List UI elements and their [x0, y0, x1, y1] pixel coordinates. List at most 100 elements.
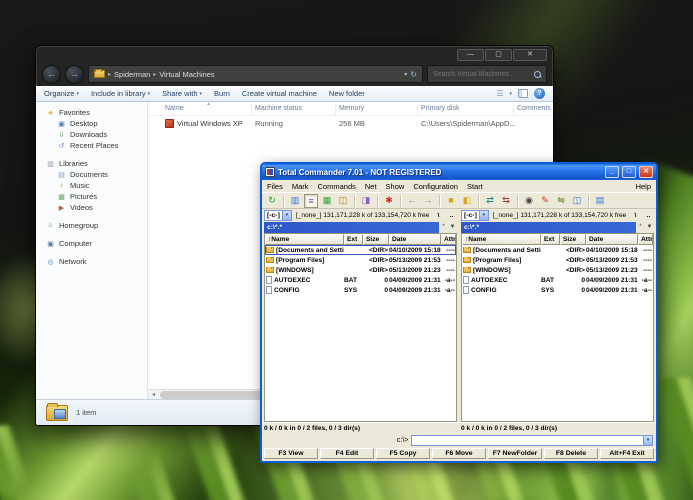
- f3-view-button[interactable]: F3 View: [264, 448, 318, 459]
- maximize-button[interactable]: ▢: [485, 49, 512, 61]
- sidebar-item-downloads[interactable]: ⇩ Downloads: [36, 129, 147, 140]
- combo-arrow-icon[interactable]: ▾: [480, 210, 489, 221]
- column-header-primary-disk[interactable]: Primary disk: [418, 103, 514, 115]
- back-button[interactable]: ←: [42, 65, 61, 84]
- sidebar-section-network[interactable]: ◎ Network: [36, 256, 147, 267]
- brief-view-icon[interactable]: ▥: [288, 194, 302, 208]
- burn-button[interactable]: Burn: [214, 89, 230, 98]
- current-path[interactable]: c:\*.*: [461, 222, 636, 233]
- sidebar-item-documents[interactable]: ▤ Documents: [36, 169, 147, 180]
- notepad-icon[interactable]: ▤: [593, 194, 607, 208]
- sync-dirs-icon[interactable]: ⇋: [554, 194, 568, 208]
- breadcrumb[interactable]: ▸ Spiderman ▸ Virtual Machines ▾ ↻: [88, 65, 423, 83]
- menu-commands[interactable]: Commands: [318, 182, 356, 191]
- minimize-button[interactable]: _: [605, 166, 619, 178]
- column-header-name[interactable]: ↑Name: [265, 234, 344, 245]
- search-input[interactable]: [433, 71, 534, 78]
- refresh-icon[interactable]: ↻: [410, 70, 417, 79]
- sidebar-section-computer[interactable]: ▣ Computer: [36, 238, 147, 249]
- ftp-disconnect-icon[interactable]: ⇆: [499, 194, 513, 208]
- column-header-machine-status[interactable]: Machine status: [252, 103, 336, 115]
- full-view-icon[interactable]: ≡: [304, 194, 318, 208]
- ftp-connect-icon[interactable]: ⇄: [483, 194, 497, 208]
- parent-dir-button[interactable]: ..: [643, 210, 654, 221]
- menu-start[interactable]: Start: [467, 182, 483, 191]
- file-row[interactable]: CONFIG SYS 0 04/09/2009 21:31 -a--: [265, 285, 456, 295]
- help-icon[interactable]: ?: [534, 88, 545, 99]
- breadcrumb-item-spiderman[interactable]: Spiderman: [114, 70, 150, 79]
- file-row[interactable]: [WINDOWS] <DIR> 05/13/2009 21:23 ----: [265, 265, 456, 275]
- menu-net[interactable]: Net: [365, 182, 377, 191]
- share-with-button[interactable]: Share with ▾: [162, 89, 202, 98]
- dir-favorites-icon[interactable]: *: [439, 222, 448, 233]
- f6-move-button[interactable]: F6 Move: [432, 448, 486, 459]
- search-icon[interactable]: [534, 71, 541, 78]
- column-header-date[interactable]: Date: [586, 234, 638, 245]
- column-header-ext[interactable]: Ext: [541, 234, 560, 245]
- dir-history-icon[interactable]: ▼: [645, 222, 654, 233]
- split-file-icon[interactable]: ◨: [359, 194, 373, 208]
- drive-combo[interactable]: [-c-] ▾: [461, 210, 489, 221]
- search-box[interactable]: [427, 65, 547, 83]
- column-header-date[interactable]: Date: [389, 234, 441, 245]
- menu-configuration[interactable]: Configuration: [413, 182, 458, 191]
- forward-icon[interactable]: →: [421, 194, 435, 208]
- file-row[interactable]: AUTOEXEC BAT 0 04/09/2009 21:31 -a--: [265, 275, 456, 285]
- menu-files[interactable]: Files: [267, 182, 283, 191]
- alt-f4-exit-button[interactable]: Alt+F4 Exit: [600, 448, 654, 459]
- unpack-icon[interactable]: ◧: [460, 194, 474, 208]
- sidebar-item-videos[interactable]: ▶ Videos: [36, 202, 147, 213]
- new-folder-button[interactable]: New folder: [329, 89, 365, 98]
- pack-icon[interactable]: ■: [444, 194, 458, 208]
- change-view-icon[interactable]: ☰: [496, 89, 503, 98]
- sidebar-item-pictures[interactable]: ▦ Pictures: [36, 191, 147, 202]
- sidebar-section-favorites[interactable]: ★ Favorites: [36, 107, 147, 118]
- command-line-input[interactable]: ▾: [411, 435, 653, 446]
- f5-copy-button[interactable]: F5 Copy: [376, 448, 430, 459]
- scroll-left-icon[interactable]: ◂: [148, 390, 159, 400]
- include-in-library-button[interactable]: Include in library ▾: [91, 89, 150, 98]
- close-button[interactable]: ✕: [513, 49, 547, 61]
- explorer-titlebar[interactable]: — ▢ ✕: [36, 46, 553, 62]
- f7-newfolder-button[interactable]: F7 NewFolder: [488, 448, 542, 459]
- forward-button[interactable]: →: [65, 65, 84, 84]
- combo-arrow-icon[interactable]: ▾: [283, 210, 292, 221]
- file-row[interactable]: CONFIG SYS 0 04/09/2009 21:31 -a--: [462, 285, 653, 295]
- column-header-ext[interactable]: Ext: [344, 234, 363, 245]
- column-header-attr[interactable]: Attr: [638, 234, 653, 245]
- current-path[interactable]: c:\*.*: [264, 222, 439, 233]
- column-header-name[interactable]: ↑Name: [462, 234, 541, 245]
- root-dir-button[interactable]: \: [433, 210, 444, 221]
- f4-edit-button[interactable]: F4 Edit: [320, 448, 374, 459]
- maximize-button[interactable]: □: [622, 166, 636, 178]
- minimize-button[interactable]: —: [457, 49, 484, 61]
- file-row[interactable]: AUTOEXEC BAT 0 04/09/2009 21:31 -a--: [462, 275, 653, 285]
- column-header-memory[interactable]: Memory: [336, 103, 418, 115]
- file-row[interactable]: [Program Files] <DIR> 05/13/2009 21:53 -…: [462, 255, 653, 265]
- column-header-comments[interactable]: Comments: [514, 103, 553, 115]
- sidebar-item-recent-places[interactable]: ↺ Recent Places: [36, 140, 147, 151]
- file-row[interactable]: [Program Files] <DIR> 05/13/2009 21:53 -…: [265, 255, 456, 265]
- menu-help[interactable]: Help: [636, 182, 651, 191]
- caret-down-icon[interactable]: ▾: [509, 91, 512, 97]
- file-row[interactable]: [Documents and Settings] <DIR> 04/10/200…: [462, 245, 653, 255]
- sidebar-item-music[interactable]: ♪ Music: [36, 180, 147, 191]
- breadcrumb-item-virtual-machines[interactable]: Virtual Machines: [159, 70, 214, 79]
- multi-rename-icon[interactable]: ✎: [538, 194, 552, 208]
- menu-show[interactable]: Show: [386, 182, 405, 191]
- tc-titlebar[interactable]: Total Commander 7.01 - NOT REGISTERED _ …: [262, 164, 656, 180]
- sidebar-section-homegroup[interactable]: ⌂ Homegroup: [36, 220, 147, 231]
- refresh-icon[interactable]: ↻: [265, 194, 279, 208]
- drive-combo[interactable]: [-c-] ▾: [264, 210, 292, 221]
- search-icon[interactable]: ◉: [522, 194, 536, 208]
- f8-delete-button[interactable]: F8 Delete: [544, 448, 598, 459]
- organize-button[interactable]: Organize ▾: [44, 89, 79, 98]
- thumbnails-view-icon[interactable]: ▦: [320, 194, 334, 208]
- create-virtual-machine-button[interactable]: Create virtual machine: [242, 89, 317, 98]
- column-header-size[interactable]: Size: [363, 234, 389, 245]
- network-icon[interactable]: ◫: [570, 194, 584, 208]
- menu-mark[interactable]: Mark: [292, 182, 309, 191]
- column-header-attr[interactable]: Attr: [441, 234, 456, 245]
- file-row[interactable]: [WINDOWS] <DIR> 05/13/2009 21:23 ----: [462, 265, 653, 275]
- close-button[interactable]: ✕: [639, 166, 653, 178]
